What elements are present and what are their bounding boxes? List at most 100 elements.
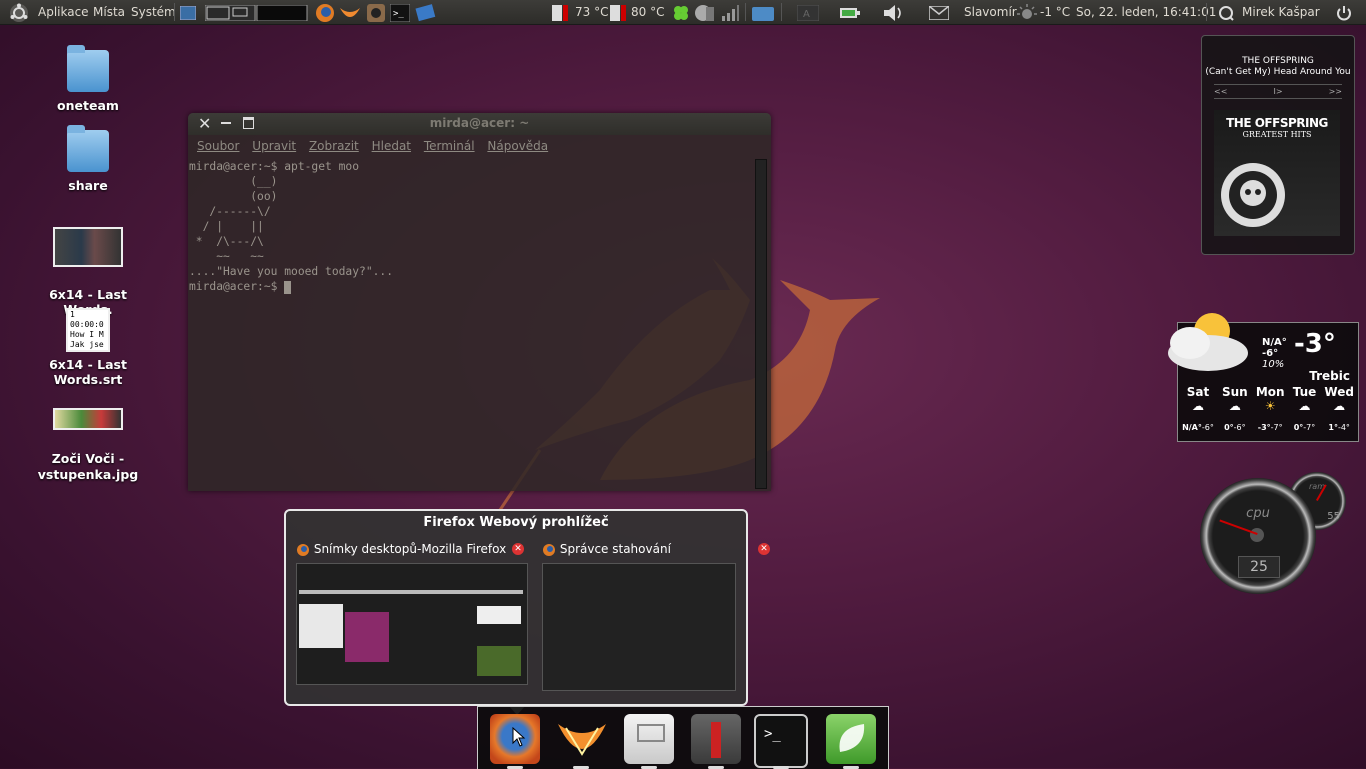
weather-location[interactable]: Slavomír	[964, 0, 1017, 24]
window-label: Správce stahování	[559, 542, 671, 556]
terminal-menubar: Soubor Upravit Zobrazit Hledat Terminál …	[188, 135, 771, 157]
play-button[interactable]: I>	[1273, 87, 1282, 96]
tangerine-launcher-icon[interactable]	[338, 0, 362, 24]
media-launcher-icon[interactable]	[366, 0, 386, 24]
weather-low: -6°	[1262, 348, 1279, 359]
weather-humidity: 10%	[1262, 359, 1285, 370]
sun-cloud-icon: ☀	[1264, 399, 1276, 413]
video-thumbnail	[53, 227, 123, 267]
clock[interactable]: So, 22. leden, 16:41:01	[1076, 0, 1216, 24]
partly-cloudy-icon	[1168, 313, 1248, 371]
top-panel: Aplikace Místa Systém >_ 73 °C 80 °C A S…	[0, 0, 1366, 25]
firefox-launcher-icon[interactable]	[315, 0, 335, 24]
close-window-icon[interactable]: ✕	[758, 543, 770, 555]
mail-icon[interactable]	[929, 0, 949, 24]
firefox-icon	[543, 543, 555, 556]
window-label: Snímky desktopů-Mozilla Firefox	[313, 542, 507, 556]
snow-cloud-icon: ☁	[1228, 399, 1241, 413]
track-title: (Can't Get My) Head Around You	[1205, 67, 1351, 77]
terminal-launcher-icon[interactable]: >_	[390, 0, 410, 24]
track-artist: THE OFFSPRING	[1242, 56, 1314, 66]
menu-file[interactable]: Soubor	[197, 139, 239, 153]
close-window-icon[interactable]: ✕	[512, 543, 524, 555]
next-button[interactable]: >>	[1329, 87, 1342, 96]
scrollbar[interactable]	[755, 159, 767, 489]
network-manager-icon[interactable]	[694, 0, 716, 24]
window-thumbnail	[542, 563, 736, 691]
svg-text:A: A	[803, 9, 810, 20]
snow-cloud-icon: ☁	[1191, 399, 1204, 413]
menu-terminal[interactable]: Terminál	[424, 139, 475, 153]
desktop-icon-label: 6x14 - Last Words.srt	[49, 357, 127, 387]
folder-icon	[67, 45, 109, 92]
window-preview-snimky[interactable]: Snímky desktopů-Mozilla Firefox ✕	[296, 541, 528, 685]
screenshot-launcher-icon[interactable]	[415, 0, 437, 24]
text-file-preview: 1 00:00:0 How I M Jak jse	[66, 308, 110, 352]
image-thumbnail	[53, 408, 123, 430]
forecast-day: Sun ☁ 0°-6°	[1221, 385, 1248, 432]
cpu-gauge: cpu 25	[1200, 478, 1316, 594]
me-menu-icon[interactable]	[1218, 0, 1234, 24]
volume-icon[interactable]	[884, 0, 904, 24]
desktop-file-jpg[interactable]: Zoči Voči - vstupenka.jpg	[28, 392, 148, 499]
folder-icon	[67, 125, 109, 172]
forecast-day: Sat ☁ N/A°-6°	[1182, 385, 1214, 432]
file-manager-icon[interactable]	[624, 714, 674, 764]
terminal-window[interactable]: ✕ mirda@acer: ~ Soubor Upravit Zobrazit …	[188, 113, 771, 491]
weather-temp[interactable]: -1 °C	[1040, 0, 1070, 24]
firefox-window-preview-popup: Firefox Webový prohlížeč Snímky desktopů…	[284, 509, 770, 715]
menu-search[interactable]: Hledat	[372, 139, 411, 153]
cursor	[284, 280, 292, 294]
menu-system[interactable]: Systém	[131, 0, 176, 24]
weather-current-temp: -3°	[1294, 329, 1336, 359]
show-desktop-icon[interactable]	[180, 0, 196, 24]
snow-cloud-icon: ☁	[1298, 399, 1311, 413]
desktop-folder-oneteam[interactable]: oneteam	[28, 45, 148, 113]
weather-na: N/A°	[1262, 337, 1287, 348]
leaf-icon[interactable]	[826, 714, 876, 764]
terminal-icon[interactable]: >_	[754, 714, 808, 768]
menu-applications[interactable]: Aplikace	[38, 0, 89, 24]
signal-strength-icon[interactable]	[721, 0, 739, 24]
firefox-icon	[297, 543, 309, 556]
svg-text:>_: >_	[393, 9, 404, 19]
mouse-pointer-icon	[512, 727, 526, 747]
power-icon[interactable]	[1336, 0, 1352, 24]
folder-indicator-icon[interactable]	[752, 0, 774, 24]
weather-sun-icon	[1017, 0, 1037, 24]
menu-places[interactable]: Místa	[93, 0, 125, 24]
desktop-icon-label: oneteam	[57, 98, 119, 113]
window-thumbnail	[296, 563, 528, 685]
menu-help[interactable]: Nápověda	[487, 139, 548, 153]
forecast-day: Mon ☀ -3°-7°	[1255, 385, 1285, 432]
forecast-days: Sat ☁ N/A°-6° Sun ☁ 0°-6° Mon ☀ -3°-7° Tue ☁ 0°-…	[1178, 385, 1358, 432]
desktop-file-srt[interactable]: 1 00:00:0 How I M Jak jse 6x14 - Last Wo…	[28, 308, 148, 387]
snow-cloud-icon: ☁	[1333, 399, 1346, 413]
workspace-switcher[interactable]	[205, 0, 308, 24]
popup-title: Firefox Webový prohlížeč	[423, 515, 609, 530]
desktop-icon-label: Zoči Voči - vstupenka.jpg	[37, 451, 139, 482]
menu-view[interactable]: Zobrazit	[309, 139, 359, 153]
sensor-1-icon	[552, 0, 570, 24]
desktop-folder-share[interactable]: share	[28, 125, 148, 193]
previous-button[interactable]: <<	[1214, 87, 1227, 96]
user-icon[interactable]	[691, 714, 741, 764]
tangerine-icon[interactable]	[556, 714, 606, 764]
clover-icon[interactable]	[672, 0, 690, 24]
music-player-widget: THE OFFSPRING (Can't Get My) Head Around…	[1201, 35, 1355, 255]
forecast-day: Wed ☁ 1°-4°	[1324, 385, 1354, 432]
menu-edit[interactable]: Upravit	[252, 139, 296, 153]
terminal-output[interactable]: mirda@acer:~$ apt-get moo (__) (oo) /---…	[188, 157, 771, 296]
weather-city: Trebic	[1309, 369, 1350, 383]
album-art: THE OFFSPRING GREATEST HITS	[1214, 110, 1340, 236]
user-name[interactable]: Mirek Kašpar	[1242, 0, 1320, 24]
terminal-titlebar[interactable]: ✕ mirda@acer: ~	[188, 113, 771, 135]
skull-logo-icon	[1221, 163, 1285, 227]
keyboard-layout-icon[interactable]: A	[797, 0, 819, 24]
window-preview-downloads[interactable]: Správce stahování ✕	[542, 541, 770, 691]
weather-widget: N/A° -6° 10% -3° Trebic Sat ☁ N/A°-6° Sun ☁…	[1168, 313, 1359, 442]
forecast-day: Tue ☁ 0°-7°	[1292, 385, 1317, 432]
battery-icon[interactable]	[840, 0, 860, 24]
ubuntu-logo-icon[interactable]	[8, 0, 30, 24]
terminal-title: mirda@acer: ~	[429, 116, 530, 130]
